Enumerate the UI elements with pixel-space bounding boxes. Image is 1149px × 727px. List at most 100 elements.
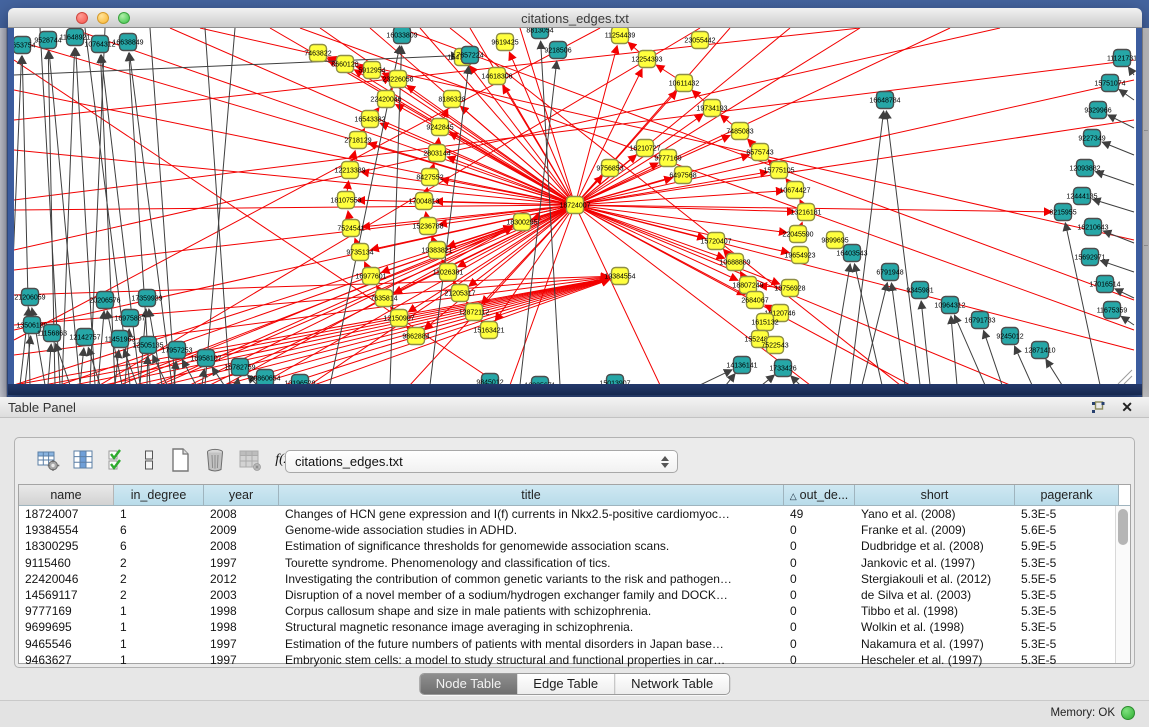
table-row[interactable]: 1938455462009Genome-wide association stu… xyxy=(19,522,1130,538)
network-node[interactable]: 16975887 xyxy=(114,310,145,327)
column-header-year[interactable]: year xyxy=(204,485,279,505)
network-node[interactable]: 10835671 xyxy=(524,377,555,385)
memory-ok-indicator[interactable] xyxy=(1121,706,1135,720)
select-rows-icon[interactable] xyxy=(105,447,131,473)
table-row[interactable]: 969969511998Structural magnetic resonanc… xyxy=(19,619,1130,635)
network-node[interactable]: 12213389 xyxy=(334,162,365,179)
network-node[interactable]: 2803144 xyxy=(423,145,450,162)
network-node[interactable]: 9619425 xyxy=(491,34,518,51)
table-row[interactable]: 1872400712008Changes of HCN gene express… xyxy=(19,506,1130,522)
new-table-icon[interactable] xyxy=(167,447,193,473)
row-height-icon[interactable] xyxy=(140,447,158,473)
column-header-short[interactable]: short xyxy=(855,485,1015,505)
node-label: 16648784 xyxy=(869,98,900,105)
table-row[interactable]: 911546021997Tourette syndrome. Phenomeno… xyxy=(19,555,1130,571)
network-node[interactable]: 11254439 xyxy=(605,28,636,44)
network-node[interactable]: 9528744 xyxy=(34,32,61,49)
network-node[interactable]: 9329966 xyxy=(1084,102,1111,119)
network-node[interactable]: 12093882 xyxy=(1069,160,1100,177)
network-node[interactable]: 9845012 xyxy=(476,374,503,385)
network-node[interactable]: 14136141 xyxy=(726,357,757,374)
column-header-in_degree[interactable]: in_degree xyxy=(114,485,204,505)
network-node[interactable]: 12871410 xyxy=(1024,342,1055,359)
table-row[interactable]: 1830029562008Estimation of significance … xyxy=(19,538,1130,554)
network-node[interactable]: 23226058 xyxy=(382,71,413,88)
select-columns-icon[interactable] xyxy=(70,447,96,473)
network-node[interactable]: 10611432 xyxy=(669,75,700,92)
table-row[interactable]: 1456911722003Disruption of a novel membe… xyxy=(19,587,1130,603)
network-node[interactable]: 8215955 xyxy=(1049,204,1076,221)
network-node[interactable]: 10674427 xyxy=(779,182,810,199)
network-node[interactable]: 16638849 xyxy=(112,34,143,51)
right-panel-edge[interactable] xyxy=(1142,28,1149,397)
network-node[interactable]: 12142757 xyxy=(69,329,100,346)
table-scrollbar[interactable] xyxy=(1115,506,1130,663)
network-node[interactable]: 9227349 xyxy=(1078,130,1105,147)
table-row[interactable]: 946362711997Embryonic stem cells: a mode… xyxy=(19,652,1130,668)
left-panel-edge[interactable] xyxy=(0,28,7,397)
table-row[interactable]: 946554611997Estimation of the future num… xyxy=(19,636,1130,652)
network-node[interactable]: 16648784 xyxy=(869,92,900,109)
network-node[interactable]: 14618306 xyxy=(481,68,512,85)
network-node[interactable]: 15013907 xyxy=(599,375,630,385)
canvas-resize-grip[interactable] xyxy=(1118,370,1132,384)
network-node[interactable]: 12444135 xyxy=(1066,188,1097,205)
network-node[interactable]: 22045590 xyxy=(782,226,813,243)
network-node[interactable]: 16543382 xyxy=(354,111,385,128)
network-node[interactable]: 19383821 xyxy=(421,242,452,259)
network-node[interactable]: 9345981 xyxy=(906,282,933,299)
network-node[interactable]: 1733426 xyxy=(769,360,796,377)
tab-network-table[interactable]: Network Table xyxy=(614,674,729,694)
network-node[interactable]: 15720407 xyxy=(700,233,731,250)
tab-edge-table[interactable]: Edge Table xyxy=(517,674,614,694)
network-node[interactable]: 20860654 xyxy=(249,370,280,385)
network-node[interactable]: 18107553 xyxy=(330,192,361,209)
network-node[interactable]: 15692971 xyxy=(1074,249,1105,266)
network-node[interactable]: 9245012 xyxy=(996,328,1023,345)
network-node[interactable]: 2718129 xyxy=(344,132,371,149)
network-node[interactable]: 17004813 xyxy=(408,193,439,210)
window-titlebar[interactable]: citations_edges.txt xyxy=(8,8,1142,28)
network-node[interactable]: 6497568 xyxy=(669,167,696,184)
network-node[interactable]: 11121731 xyxy=(1107,50,1136,67)
network-node[interactable]: 17016514 xyxy=(1089,276,1120,293)
network-node[interactable]: 21206059 xyxy=(14,289,45,306)
network-node[interactable]: 17957253 xyxy=(161,342,192,359)
network-node[interactable]: 16977601 xyxy=(355,268,386,285)
column-header-pagerank[interactable]: pagerank xyxy=(1015,485,1119,505)
network-node[interactable]: 15163421 xyxy=(473,322,504,339)
network-node[interactable]: 16033809 xyxy=(386,28,417,44)
network-node[interactable]: 8653754 xyxy=(14,37,36,54)
column-header-out_de[interactable]: △out_de... xyxy=(784,485,855,505)
network-node[interactable]: 16210727 xyxy=(629,140,660,157)
table-selector-dropdown[interactable]: citations_edges.txt xyxy=(285,450,678,473)
network-node[interactable]: 15236788 xyxy=(412,218,443,235)
delete-table-icon[interactable] xyxy=(202,447,228,473)
network-canvas[interactable]: 1872400774638228660128591295423226058224… xyxy=(14,28,1136,384)
close-panel-icon[interactable]: ✕ xyxy=(1121,399,1133,416)
network-node[interactable]: 7485083 xyxy=(726,123,753,140)
network-node[interactable]: 11451963 xyxy=(105,331,136,348)
network-node[interactable]: 9862884 xyxy=(402,328,429,345)
network-node[interactable]: 6791948 xyxy=(876,264,903,281)
table-row[interactable]: 977716911998Corpus callosum shape and si… xyxy=(19,603,1130,619)
network-node[interactable]: 13216181 xyxy=(790,204,821,221)
column-header-title[interactable]: title xyxy=(279,485,784,505)
float-panel-icon[interactable] xyxy=(1091,401,1105,414)
network-node[interactable]: 8813054 xyxy=(526,28,553,39)
network-node[interactable]: 19756928 xyxy=(774,280,805,297)
network-node[interactable]: 10688809 xyxy=(719,254,750,271)
network-node[interactable]: 16791733 xyxy=(964,312,995,329)
network-node[interactable]: 21205317 xyxy=(444,285,475,302)
table-settings-icon[interactable] xyxy=(35,447,61,473)
scrollbar-thumb[interactable] xyxy=(1118,509,1128,545)
network-node[interactable]: 9735134 xyxy=(346,244,373,261)
network-node[interactable]: 19384554 xyxy=(604,268,635,285)
network-node[interactable]: 11675359 xyxy=(1097,302,1128,319)
network-node[interactable]: 17359939 xyxy=(131,290,162,307)
column-header-name[interactable]: name xyxy=(19,485,114,505)
tab-node-table[interactable]: Node Table xyxy=(420,674,518,694)
network-node[interactable]: 8186328 xyxy=(438,91,465,108)
network-node[interactable]: 15751074 xyxy=(1094,75,1125,92)
table-row[interactable]: 2242004622012Investigating the contribut… xyxy=(19,571,1130,587)
